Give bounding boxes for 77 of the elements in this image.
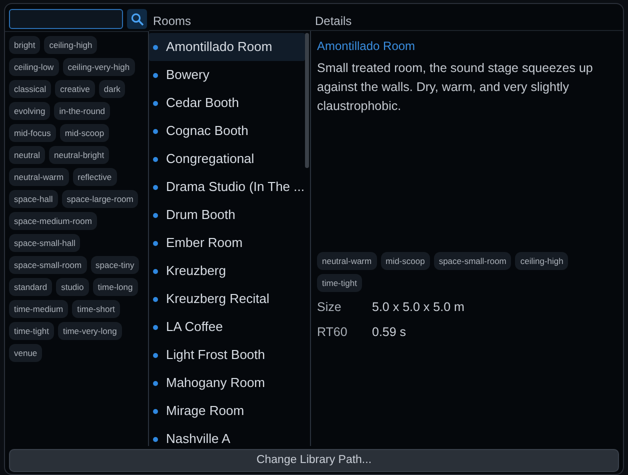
room-item[interactable]: Drum Booth: [149, 201, 304, 229]
bullet-icon: [153, 100, 158, 106]
room-item[interactable]: Kreuzberg Recital: [149, 285, 304, 313]
room-description: Small treated room, the sound stage squeezes up against the walls. Dry, warm, and very slightly claustrophobic.: [317, 60, 594, 115]
bullet-icon: [153, 268, 158, 274]
bullet-icon: [153, 324, 158, 330]
room-item[interactable]: Kreuzberg: [149, 257, 304, 285]
tag-chip[interactable]: space-hall: [9, 190, 58, 208]
room-item[interactable]: Light Frost Booth: [149, 341, 304, 369]
room-item[interactable]: Mahogany Room: [149, 369, 304, 397]
bullet-icon: [153, 296, 158, 302]
room-item[interactable]: Drama Studio (In The ...: [149, 173, 304, 201]
room-item[interactable]: Bowery: [149, 61, 304, 89]
bullet-icon: [153, 184, 158, 190]
tag-chip[interactable]: space-small-hall: [9, 234, 80, 252]
tag-chip[interactable]: in-the-round: [54, 102, 110, 120]
bullet-icon: [153, 436, 158, 442]
tag-chip[interactable]: neutral-bright: [49, 146, 110, 164]
column-header: Details: [315, 14, 352, 28]
bullet-icon: [153, 352, 158, 358]
bullet-icon: [153, 408, 158, 414]
search-icon: [130, 12, 144, 26]
property-label: Size: [317, 299, 342, 316]
room-item[interactable]: Congregational: [149, 145, 304, 173]
bullet-icon: [153, 240, 158, 246]
room-item[interactable]: Amontillado Room: [149, 33, 304, 61]
tag-chip[interactable]: neutral: [9, 146, 45, 164]
room-title: Amontillado Room: [317, 38, 416, 55]
bullet-icon: [153, 44, 158, 50]
tag-chip[interactable]: space-large-room: [62, 190, 138, 208]
search-field[interactable]: [9, 9, 123, 29]
column-header: Rooms: [153, 14, 192, 28]
tag-chip[interactable]: studio: [56, 278, 89, 296]
tag-chip[interactable]: time-medium: [9, 300, 68, 318]
tag-chip: space-small-room: [434, 252, 512, 270]
tag-chip: time-tight: [317, 274, 362, 292]
tag-chip[interactable]: time-very-long: [58, 322, 122, 340]
tag-chip[interactable]: time-tight: [9, 322, 54, 340]
tag-chip[interactable]: mid-focus: [9, 124, 56, 142]
property-value: 5.0 x 5.0 x 5.0 m: [372, 299, 464, 316]
tag-chip[interactable]: bright: [9, 36, 40, 54]
tag-chip[interactable]: ceiling-high: [44, 36, 98, 54]
tag-chip[interactable]: reflective: [72, 168, 117, 186]
bullet-icon: [153, 212, 158, 218]
tag-chip[interactable]: ceiling-low: [9, 58, 59, 76]
bullet-icon: [153, 380, 158, 386]
tag-chip[interactable]: time-long: [92, 278, 138, 296]
tag-chip[interactable]: evolving: [9, 102, 50, 120]
tag-chip: neutral-warm: [317, 252, 377, 270]
tag-chip: ceiling-high: [515, 252, 568, 270]
tag-chip[interactable]: ceiling-very-high: [62, 58, 135, 76]
tag-chip[interactable]: space-medium-room: [9, 212, 97, 230]
room-item[interactable]: LA Coffee: [149, 313, 304, 341]
room-item[interactable]: Mirage Room: [149, 397, 304, 425]
room-item[interactable]: Cognac Booth: [149, 117, 304, 145]
tag-chip[interactable]: dark: [98, 80, 126, 98]
search-button[interactable]: [127, 9, 147, 29]
property-value: 0.59 s: [372, 324, 406, 341]
tag-chip[interactable]: classical: [9, 80, 52, 98]
tag-chip[interactable]: neutral-warm: [9, 168, 69, 186]
tag-chip[interactable]: space-tiny: [90, 256, 140, 274]
change-library-path-button[interactable]: Change Library Path...: [9, 449, 619, 472]
bullet-icon: [153, 72, 158, 78]
property-label: RT60: [317, 324, 348, 341]
tag-chip[interactable]: creative: [55, 80, 95, 98]
room-item[interactable]: Ember Room: [149, 229, 304, 257]
tag-chip[interactable]: time-short: [72, 300, 120, 318]
tag-chip[interactable]: space-small-room: [9, 256, 87, 274]
bullet-icon: [153, 156, 158, 162]
room-item[interactable]: Nashville A: [149, 425, 304, 446]
room-item[interactable]: Cedar Booth: [149, 89, 304, 117]
tag-chip: mid-scoop: [380, 252, 430, 270]
bullet-icon: [153, 128, 158, 134]
tag-chip[interactable]: standard: [9, 278, 52, 296]
tag-chip[interactable]: venue: [9, 344, 42, 362]
tag-chip[interactable]: mid-scoop: [60, 124, 110, 142]
scrollbar-thumb[interactable]: [304, 33, 308, 168]
